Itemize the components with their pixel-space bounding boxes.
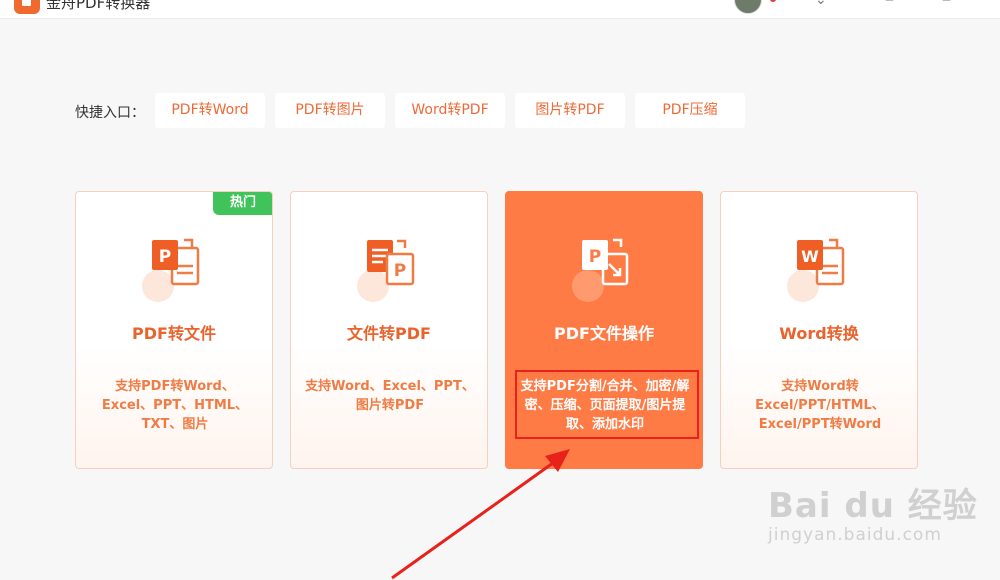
card-title: Word转换: [779, 324, 859, 343]
card-word-convert[interactable]: W Word转换 支持Word转Excel/PPT/HTML、Excel/PPT…: [720, 191, 918, 469]
pdf-to-file-icon: P: [142, 238, 200, 302]
svg-text:W: W: [801, 247, 819, 266]
quick-pdf-to-image-button[interactable]: PDF转图片: [275, 93, 385, 128]
maximize-icon[interactable]: ‒: [942, 0, 951, 8]
title-bar: 金舟PDF转换器 ⌄ ‒ ‒: [0, 0, 1000, 19]
svg-text:P: P: [589, 247, 601, 267]
watermark-sub: jingyan.baidu.com: [768, 525, 942, 545]
svg-text:P: P: [394, 261, 406, 281]
app-logo-icon: [14, 0, 40, 14]
card-title: 文件转PDF: [347, 324, 431, 343]
quick-word-to-pdf-button[interactable]: Word转PDF: [395, 93, 505, 128]
vip-indicator-icon: [770, 0, 776, 2]
card-description: 支持Word、Excel、PPT、图片转PDF: [305, 379, 475, 413]
watermark-main: Bai du 经验: [768, 486, 978, 526]
svg-text:P: P: [159, 247, 171, 267]
card-description: 支持PDF转Word、Excel、PPT、HTML、TXT、图片: [101, 379, 249, 432]
baidu-watermark: Bai du 经验 jingyan.baidu.com: [768, 478, 978, 545]
card-title: PDF转文件: [132, 324, 216, 343]
file-to-pdf-icon: P: [357, 239, 415, 302]
card-pdf-to-file[interactable]: 热门 P PDF转文件 支持PDF转Word、Excel、PPT、HTML、TX…: [75, 191, 273, 469]
card-description: 支持PDF分割/合并、加密/解密、压缩、页面提取/图片提取、添加水印: [520, 379, 690, 432]
card-title: PDF文件操作: [554, 324, 654, 343]
card-pdf-operation[interactable]: P PDF文件操作 支持PDF分割/合并、加密/解密、压缩、页面提取/图片提取、…: [505, 191, 703, 469]
quick-entry-label: 快捷入口：: [75, 105, 145, 121]
quick-pdf-compress-button[interactable]: PDF压缩: [635, 93, 745, 128]
hot-badge: 热门: [213, 192, 272, 215]
minimize-icon[interactable]: ‒: [885, 0, 894, 8]
card-file-to-pdf[interactable]: P 文件转PDF 支持Word、Excel、PPT、图片转PDF: [290, 191, 488, 469]
app-title: 金舟PDF转换器: [46, 0, 151, 12]
menu-icon[interactable]: ⌄: [815, 0, 827, 8]
user-avatar[interactable]: [734, 0, 762, 14]
quick-image-to-pdf-button[interactable]: 图片转PDF: [515, 93, 625, 128]
word-convert-icon: W: [787, 238, 845, 302]
quick-pdf-to-word-button[interactable]: PDF转Word: [155, 93, 265, 128]
pdf-operation-icon: P: [572, 238, 629, 302]
card-description: 支持Word转Excel/PPT/HTML、Excel/PPT转Word: [755, 379, 885, 432]
